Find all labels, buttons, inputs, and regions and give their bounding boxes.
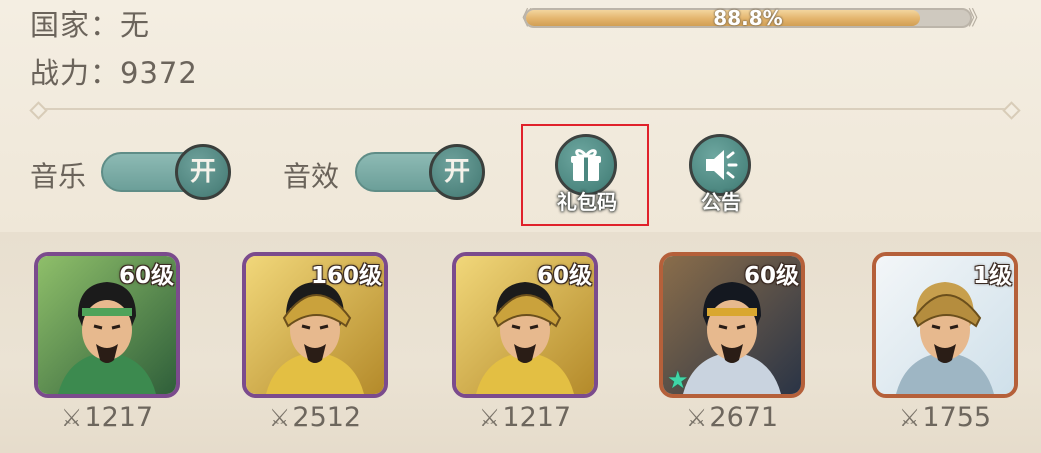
hero-power: ⚔1217 (478, 402, 572, 433)
power-text: 战力：9372 (30, 56, 198, 90)
notice-label: 公告 (701, 190, 741, 214)
hero-level: 60级 (743, 263, 799, 289)
hero-power: ⚔1217 (60, 402, 154, 433)
section-divider (29, 101, 1021, 120)
hero-card-4[interactable]: 60级 ★ ⚔2671 (659, 252, 807, 442)
hero-card-5[interactable]: 1级 ⚔1755 (872, 252, 1020, 442)
crossed-swords-icon: ⚔ (60, 404, 83, 432)
hero-level: 1级 (972, 263, 1012, 289)
star-icon: ★ (667, 366, 689, 394)
hero-power: ⚔1755 (898, 402, 992, 433)
crossed-swords-icon: ⚔ (268, 404, 291, 432)
hero-card-3[interactable]: 60级 ⚔1217 (452, 252, 600, 442)
progress-percent: 88.8% (713, 6, 783, 30)
gift-code-highlight (521, 124, 649, 226)
music-label: 音乐 (30, 160, 87, 193)
hero-power: ⚔2671 (685, 402, 779, 433)
hero-card-1[interactable]: 60级 ⚔1217 (34, 252, 182, 442)
speaker-icon (706, 150, 738, 180)
progress-bar: 《 》 88.8% (512, 4, 988, 32)
hero-level: 60级 (536, 263, 592, 289)
sfx-toggle[interactable]: 开 (355, 144, 489, 200)
crossed-swords-icon: ⚔ (478, 404, 501, 432)
country-text: 国家：无 (30, 8, 151, 42)
crossed-swords-icon: ⚔ (898, 404, 921, 432)
music-toggle-knob: 开 (175, 144, 231, 200)
hero-level: 160级 (310, 263, 382, 289)
hero-card-2[interactable]: 160级 ⚔2512 (242, 252, 390, 442)
sfx-label: 音效 (283, 160, 340, 193)
music-toggle[interactable]: 开 (101, 144, 235, 200)
sfx-toggle-knob: 开 (429, 144, 485, 200)
notice-button[interactable]: 公告 (675, 132, 767, 224)
hero-level: 60级 (118, 263, 174, 289)
hero-power: ⚔2512 (268, 402, 362, 433)
crossed-swords-icon: ⚔ (685, 404, 708, 432)
